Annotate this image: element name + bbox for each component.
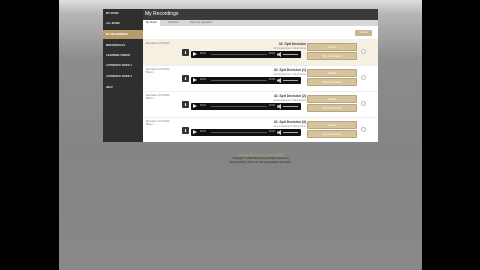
download-icon[interactable]: ⬇ (182, 127, 189, 134)
recording-title: 32. Spit Decision (1) (273, 68, 306, 72)
submit-button[interactable]: Submit (307, 69, 357, 77)
refresh-button[interactable]: Refresh (355, 30, 372, 36)
recording-title: 32. Spit Decision (278, 42, 306, 46)
download-icon[interactable]: ⬇ (182, 101, 189, 108)
main-panel: My Recordings My Music All Music Recentl… (143, 9, 378, 142)
seek-bar[interactable] (211, 54, 267, 55)
play-icon[interactable] (193, 104, 197, 108)
recording-subtitle: Accompaniment / Metronome (273, 47, 306, 50)
audio-player: 00:00 00:00 (191, 51, 301, 58)
download-icon[interactable]: ⬇ (182, 75, 189, 82)
recording-title: 32. Spit Decision (3) (273, 120, 306, 124)
sidebar-item-help[interactable]: HELP (103, 83, 143, 92)
sidebar-item-all-music[interactable]: ALL MUSIC (103, 19, 143, 28)
sidebar-item-my-music[interactable]: MY MUSIC (103, 9, 143, 18)
recording-subtitle: Accompaniment / Metronome (273, 99, 306, 102)
audio-player: 00:00 00:00 (191, 77, 301, 84)
submit-button[interactable]: Submit (307, 121, 357, 129)
volume-icon[interactable] (277, 130, 281, 135)
submit-button[interactable]: Submit (307, 43, 357, 51)
recording-title: 32. Spit Decision (2) (273, 94, 306, 98)
tab-all-music[interactable]: All Music (165, 20, 181, 26)
recording-row: Recorded: 10/7/2020 Book 1 32. Spit Deci… (143, 65, 378, 91)
recording-row: Recorded: 10/7/2020 Book 1 32. Spit Deci… (143, 117, 378, 143)
recording-book: Book 1 (146, 71, 154, 74)
duration: 00:00 (269, 105, 275, 107)
my-comments-button[interactable]: My Comments (307, 78, 357, 86)
my-comments-button[interactable]: My Comments (307, 130, 357, 138)
current-time: 00:00 (200, 53, 206, 55)
audio-player: 00:00 00:00 (191, 103, 301, 110)
current-time: 00:00 (200, 105, 206, 107)
tab-bar: My Music All Music Recently Uploaded (143, 20, 378, 26)
volume-slider[interactable] (283, 54, 298, 55)
tab-my-music[interactable]: My Music (143, 20, 160, 26)
recording-subtitle: Accompaniment / Metronome (273, 73, 306, 76)
volume-icon[interactable] (277, 78, 281, 83)
current-time: 00:00 (200, 79, 206, 81)
recording-row: Recorded: 10/7/2020 32. Spit Decision Ac… (143, 39, 378, 65)
seek-bar[interactable] (211, 132, 267, 133)
page-title: My Recordings (145, 11, 179, 17)
current-time: 00:00 (200, 131, 206, 133)
sidebar: MY MUSIC ALL MUSIC MY RECORDINGS MINI MA… (103, 9, 143, 142)
audio-player: 00:00 00:00 (191, 129, 301, 136)
my-comments-button[interactable]: My Comments (307, 52, 357, 60)
volume-slider[interactable] (283, 80, 298, 81)
sidebar-item-mini-manuals[interactable]: MINI MANUALS (103, 41, 143, 50)
select-checkbox[interactable] (361, 49, 366, 54)
duration: 00:00 (269, 53, 275, 55)
duration: 00:00 (269, 131, 275, 133)
play-icon[interactable] (193, 52, 197, 56)
sidebar-item-automatic-book-1[interactable]: AUTOMATIC BOOK 1 (103, 61, 143, 70)
play-icon[interactable] (193, 78, 197, 82)
seek-bar[interactable] (211, 80, 267, 81)
volume-icon[interactable] (277, 104, 281, 109)
footer-policies[interactable]: Privacy Policy | Terms of Use | Acceptab… (143, 161, 378, 165)
volume-slider[interactable] (283, 106, 298, 107)
volume-slider[interactable] (283, 132, 298, 133)
tab-recently-uploaded[interactable]: Recently Uploaded (187, 20, 215, 26)
sidebar-item-my-recordings[interactable]: MY RECORDINGS (103, 30, 143, 39)
download-icon[interactable]: ⬇ (182, 49, 189, 56)
my-comments-button[interactable]: My Comments (307, 104, 357, 112)
play-icon[interactable] (193, 130, 197, 134)
select-checkbox[interactable] (361, 75, 366, 80)
sidebar-item-learning-videos[interactable]: LEARNING VIDEOS (103, 51, 143, 60)
screen: MY MUSIC ALL MUSIC MY RECORDINGS MINI MA… (0, 0, 480, 270)
footer: Contact Us | Privacy | Terms of Use Copy… (143, 153, 378, 165)
seek-bar[interactable] (211, 106, 267, 107)
recording-subtitle: Accompaniment / Metronome (273, 125, 306, 128)
recording-book: Book 1 (146, 97, 154, 100)
volume-icon[interactable] (277, 52, 281, 57)
select-checkbox[interactable] (361, 101, 366, 106)
recording-book: Book 1 (146, 123, 154, 126)
recording-date: Recorded: 10/7/2020 (146, 42, 170, 45)
duration: 00:00 (269, 79, 275, 81)
header-bar: My Recordings (143, 9, 378, 20)
recording-row: Recorded: 10/7/2020 Book 1 32. Spit Deci… (143, 91, 378, 117)
select-checkbox[interactable] (361, 127, 366, 132)
submit-button[interactable]: Submit (307, 95, 357, 103)
sidebar-item-automatic-book-2[interactable]: AUTOMATIC BOOK 2 (103, 72, 143, 81)
